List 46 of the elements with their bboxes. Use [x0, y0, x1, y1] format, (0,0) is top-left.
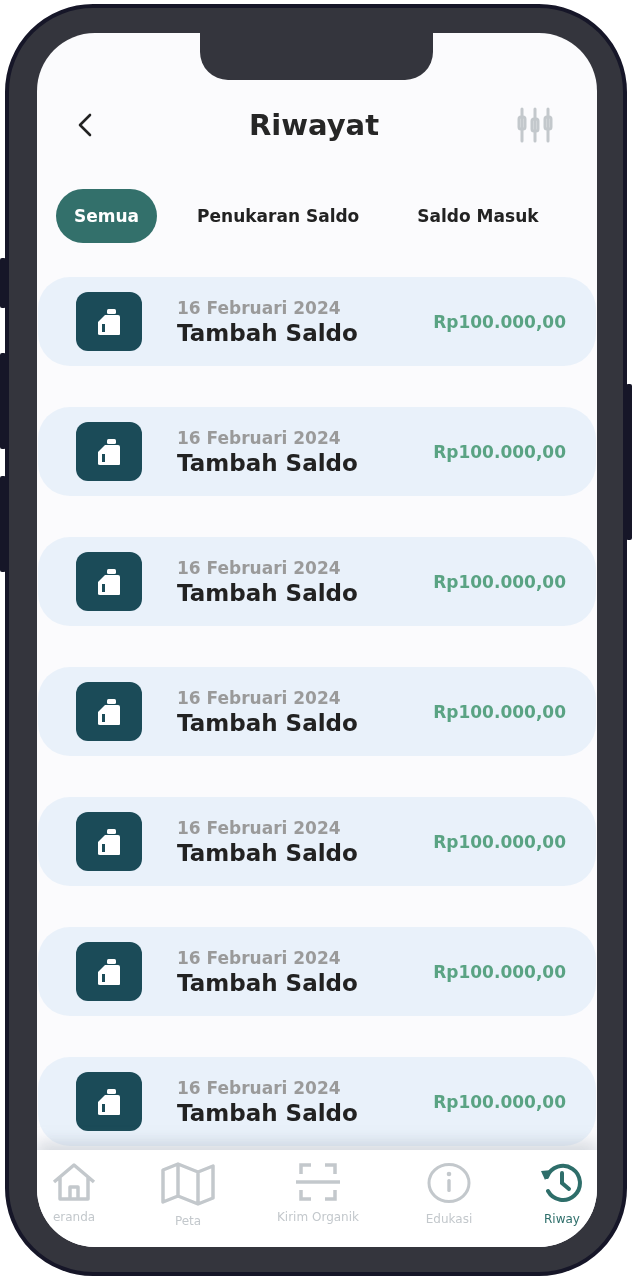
- transaction-amount: Rp100.000,00: [433, 701, 566, 722]
- transaction-amount: Rp100.000,00: [433, 831, 566, 852]
- transaction-title: Tambah Saldo: [177, 319, 359, 346]
- page-title: Riwayat: [248, 108, 380, 142]
- bottle-icon: [97, 697, 121, 726]
- transaction-amount: Rp100.000,00: [433, 571, 566, 592]
- transaction-date: 16 Februari 2024: [177, 817, 342, 838]
- transaction-date: 16 Februari 2024: [177, 947, 342, 968]
- transaction-date: 16 Februari 2024: [177, 427, 342, 448]
- filter-tab[interactable]: Semua: [56, 189, 158, 243]
- transaction-card[interactable]: 16 Februari 2024 Tambah Saldo Rp100.000,00: [38, 667, 596, 756]
- history-icon: [540, 1162, 584, 1204]
- transaction-amount: Rp100.000,00: [433, 441, 566, 462]
- transaction-title: Tambah Saldo: [177, 969, 359, 996]
- transaction-date: 16 Februari 2024: [177, 297, 342, 318]
- transaction-card[interactable]: 16 Februari 2024 Tambah Saldo Rp100.000,00: [38, 277, 596, 366]
- transaction-title: Tambah Saldo: [177, 579, 359, 606]
- transaction-title: Tambah Saldo: [177, 709, 359, 736]
- bottle-icon: [97, 827, 121, 856]
- transaction-title: Tambah Saldo: [177, 1099, 359, 1126]
- transaction-title: Tambah Saldo: [177, 449, 359, 476]
- transaction-amount: Rp100.000,00: [433, 311, 566, 332]
- scan-icon: [295, 1162, 341, 1202]
- transaction-amount: Rp100.000,00: [433, 961, 566, 982]
- transaction-card[interactable]: 16 Februari 2024 Tambah Saldo Rp100.000,00: [38, 407, 596, 496]
- transaction-date: 16 Februari 2024: [177, 557, 342, 578]
- bottle-icon: [97, 307, 121, 336]
- transaction-card[interactable]: 16 Februari 2024 Tambah Saldo Rp100.000,00: [38, 927, 596, 1016]
- bottle-icon: [97, 957, 121, 986]
- transaction-card[interactable]: 16 Februari 2024 Tambah Saldo Rp100.000,00: [38, 1057, 596, 1146]
- transaction-card[interactable]: 16 Februari 2024 Tambah Saldo Rp100.000,00: [38, 537, 596, 626]
- info-icon: [427, 1162, 471, 1204]
- home-icon: [51, 1162, 97, 1202]
- filter-tab[interactable]: Penukaran Saldo: [179, 189, 378, 243]
- transaction-date: 16 Februari 2024: [177, 1077, 342, 1098]
- transaction-card[interactable]: 16 Februari 2024 Tambah Saldo Rp100.000,00: [38, 797, 596, 886]
- nav-item[interactable]: Riway: [527, 1150, 597, 1247]
- bottle-icon: [97, 567, 121, 596]
- filter-tab[interactable]: Saldo Masuk: [377, 189, 557, 243]
- bottle-icon: [97, 1087, 121, 1116]
- map-icon: [161, 1162, 215, 1206]
- transaction-title: Tambah Saldo: [177, 839, 359, 866]
- bottle-icon: [97, 437, 121, 466]
- sliders-icon: [515, 107, 555, 143]
- transaction-amount: Rp100.000,00: [433, 1091, 566, 1112]
- transaction-date: 16 Februari 2024: [177, 687, 342, 708]
